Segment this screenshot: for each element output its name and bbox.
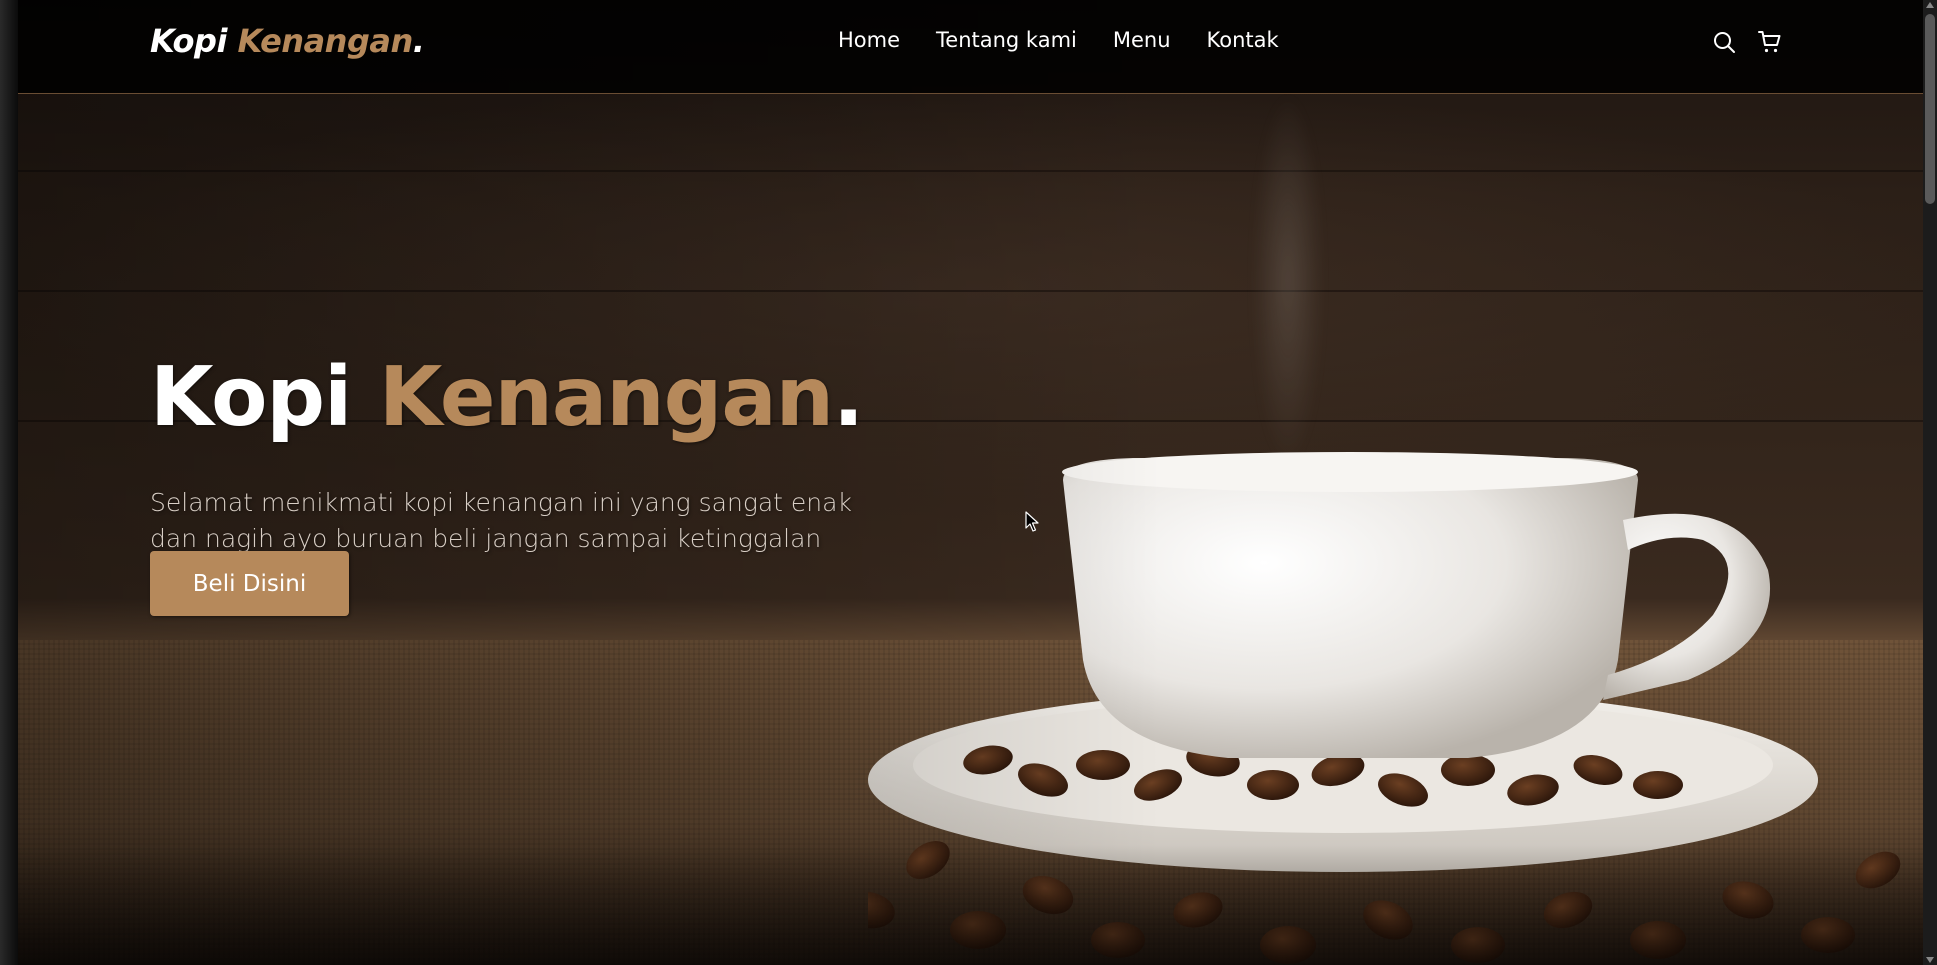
nav-links: Home Tentang kami Menu Kontak: [838, 28, 1315, 52]
brand-dot: .: [412, 22, 425, 60]
hero-dark-overlay: [18, 0, 1923, 965]
scrollbar-thumb[interactable]: [1925, 14, 1935, 204]
mouse-cursor-icon: [1025, 511, 1039, 532]
nav-icons: [1712, 30, 1782, 54]
nav-link-menu[interactable]: Menu: [1113, 28, 1171, 52]
page-scrollbar[interactable]: [1923, 0, 1937, 965]
hero-title: Kopi Kenangan.: [150, 350, 864, 445]
hero-title-accent: Kenangan: [378, 350, 834, 445]
navbar: Kopi Kenangan. Home Tentang kami Menu Ko…: [18, 0, 1923, 94]
hero-title-dot: .: [833, 350, 864, 445]
hero-description: Selamat menikmati kopi kenangan ini yang…: [150, 488, 852, 553]
hero-bottom-fade: [18, 845, 1923, 965]
nav-link-contact[interactable]: Kontak: [1207, 28, 1279, 52]
hero-background: [18, 0, 1923, 965]
brand-name: Kopi: [150, 22, 227, 60]
hero-title-main: Kopi: [150, 350, 352, 445]
nav-link-about[interactable]: Tentang kami: [936, 28, 1077, 52]
brand-logo[interactable]: Kopi Kenangan.: [150, 22, 425, 60]
landing-page: Kopi Kenangan. Home Tentang kami Menu Ko…: [18, 0, 1923, 965]
scroll-down-arrow-icon[interactable]: [1926, 957, 1934, 963]
nav-link-home[interactable]: Home: [838, 28, 900, 52]
desktop-background-strip: [0, 0, 18, 965]
brand-name-accent: Kenangan: [237, 22, 414, 60]
scroll-up-arrow-icon[interactable]: [1926, 2, 1934, 8]
buy-here-button[interactable]: Beli Disini: [150, 551, 349, 616]
search-icon[interactable]: [1712, 30, 1736, 54]
shopping-cart-icon[interactable]: [1758, 30, 1782, 54]
